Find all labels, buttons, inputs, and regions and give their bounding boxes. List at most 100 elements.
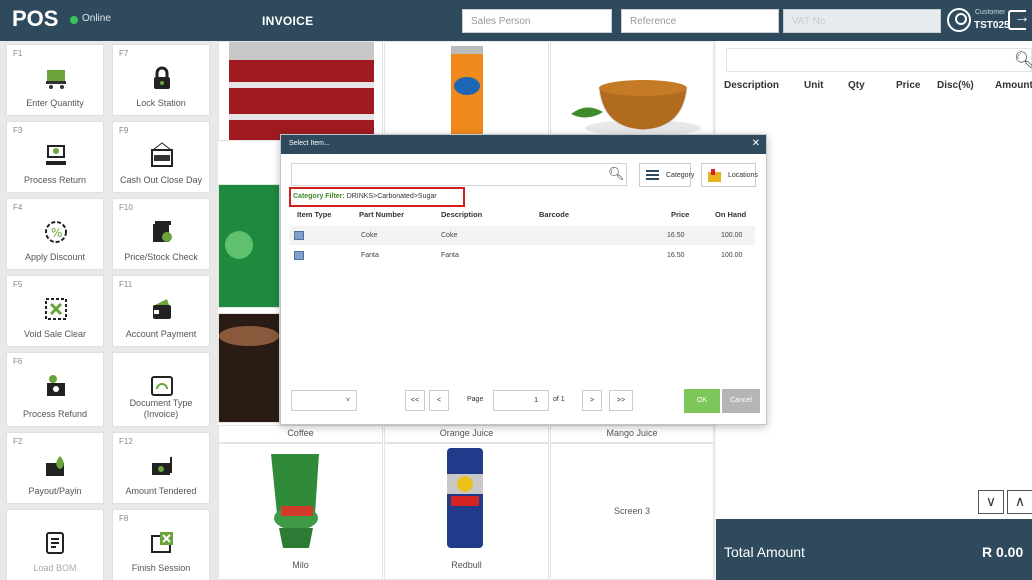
dialog-title: Select Item... (289, 140, 330, 147)
process-return-button[interactable]: F3 Process Return (6, 121, 104, 193)
cash-out-close-day-button[interactable]: F9 Cash Out Close Day (112, 121, 210, 193)
invoice-col-unit: Unit (804, 80, 824, 91)
invoice-col-qty: Qty (848, 80, 865, 91)
document-type-button[interactable]: Document Type (Invoice) (112, 352, 210, 427)
app-brand: POS (12, 6, 59, 31)
amount-tendered-button[interactable]: F12 Amount Tendered (112, 432, 210, 504)
void-sale-clear-button[interactable]: F5 Void Sale Clear (6, 275, 104, 347)
fkey-label: Process Return (23, 175, 87, 185)
product-label: Coffee (287, 428, 314, 438)
scroll-down-button[interactable]: ∨ (978, 490, 1004, 514)
locations-button[interactable]: Locations (701, 163, 758, 187)
row-description: Fanta (441, 252, 459, 259)
page-number-input[interactable]: 1 (493, 390, 549, 411)
price-stock-check-button[interactable]: F10 Price/Stock Check (112, 198, 210, 270)
prev-page-button[interactable]: < (429, 390, 449, 411)
item-search-input[interactable] (291, 163, 627, 186)
product-tile-coffee[interactable]: Coffee (218, 425, 383, 443)
locations-button-label: Locations (728, 172, 758, 179)
category-filter-value: DRINKS>Carbonated>Sugar (346, 193, 437, 200)
product-tile-screen-3[interactable]: Screen 3 (550, 443, 714, 580)
percent-icon: % (45, 221, 67, 243)
product-tile-fanta[interactable] (384, 41, 549, 141)
product-label: Screen 3 (613, 506, 651, 516)
total-label: Total Amount (724, 544, 805, 560)
ok-button[interactable]: OK (684, 389, 720, 413)
first-page-button[interactable]: << (405, 390, 425, 411)
process-refund-button[interactable]: F6 Process Refund (6, 352, 104, 427)
reference-input[interactable]: Reference (621, 9, 779, 33)
fkey-code: F1 (13, 49, 23, 58)
row-description: Coke (441, 232, 458, 239)
fkey-label: Document Type (Invoice) (129, 398, 193, 419)
invoice-search-input[interactable] (726, 48, 1032, 72)
screen-title: INVOICE (262, 14, 314, 28)
row-price: 16.50 (667, 232, 685, 239)
invoice-col-amount: Amount (995, 80, 1032, 91)
product-tile-sprite[interactable] (218, 184, 280, 308)
close-icon[interactable]: ✕ (752, 138, 760, 149)
top-bar: POS Online INVOICE Sales Person 🔍︎ Refer… (0, 0, 1032, 41)
invoice-search-icon[interactable]: 🔍︎ (1014, 50, 1032, 70)
wallet-icon (153, 299, 171, 319)
invoice-col-disc: Disc(%) (937, 80, 974, 91)
customer-label: Customer (975, 9, 1006, 16)
vat-number-input: VAT No (783, 9, 941, 33)
item-type-icon (294, 251, 304, 260)
product-tile-orange-juice[interactable]: Orange Juice (384, 425, 549, 443)
fkey-label: Enter Quantity (26, 98, 84, 108)
apply-discount-button[interactable]: F4 % Apply Discount (6, 198, 104, 270)
logout-icon[interactable] (1008, 9, 1030, 30)
item-row[interactable]: Fanta Fanta 16.50 100.00 (289, 246, 755, 265)
product-tile-redbull[interactable]: Redbull (384, 443, 549, 580)
payout-icon (46, 456, 64, 476)
enter-quantity-button[interactable]: F1 Enter Quantity (6, 44, 104, 116)
next-page-button[interactable]: > (582, 390, 602, 411)
row-price: 16.50 (667, 252, 685, 259)
fkey-code: F2 (13, 437, 23, 446)
tendered-icon (152, 457, 172, 475)
product-label: Milo (292, 560, 309, 570)
fkey-label: Amount Tendered (125, 486, 197, 496)
product-tile-coffee-image[interactable] (218, 313, 280, 423)
category-button[interactable]: Category (639, 163, 695, 187)
closed-sign-icon (151, 142, 173, 167)
online-status-dot (70, 16, 78, 24)
customer-avatar-icon[interactable] (947, 8, 971, 32)
page-size-select[interactable]: ˅ (291, 390, 357, 411)
scroll-up-button[interactable]: ∧ (1007, 490, 1032, 514)
fkey-label: Account Payment (125, 329, 197, 339)
lock-station-button[interactable]: F7 Lock Station (112, 44, 210, 116)
load-bom-button[interactable]: Load BOM (6, 509, 104, 580)
sales-person-input[interactable]: Sales Person (462, 9, 612, 33)
fkey-code: F4 (13, 203, 23, 212)
invoice-col-description: Description (724, 80, 780, 91)
fkey-code: F6 (13, 357, 23, 366)
fkey-code: F12 (119, 437, 133, 446)
last-page-button[interactable]: >> (609, 390, 633, 411)
item-search-icon[interactable]: 🔍︎ (608, 166, 625, 182)
finish-session-button[interactable]: F8 Finish Session (112, 509, 210, 580)
customer-code[interactable]: TST025 (974, 20, 1010, 31)
col-on-hand: On Hand (715, 210, 747, 219)
account-payment-button[interactable]: F11 Account Payment (112, 275, 210, 347)
item-row[interactable]: Coke Coke 16.50 100.00 (289, 226, 755, 245)
product-tile-coke-cans[interactable] (218, 41, 383, 141)
fkey-code: F7 (119, 49, 129, 58)
select-item-dialog: Select Item... ✕ 🔍︎ Category Locations C… (280, 134, 767, 425)
product-tile-tea[interactable] (550, 41, 714, 141)
monitor-return-icon (46, 145, 66, 165)
row-part-number: Coke (361, 232, 378, 239)
category-button-label: Category (666, 172, 695, 179)
total-bar: Total Amount R 0.00 (716, 519, 1032, 580)
coke-cans-image (229, 42, 374, 140)
product-tile-mango-juice[interactable]: Mango Juice (550, 425, 714, 443)
void-icon (45, 298, 67, 320)
cancel-button[interactable]: Cancel (722, 389, 760, 413)
category-icon (646, 170, 659, 180)
page-of-label: of 1 (553, 396, 565, 403)
product-tile-milo[interactable]: Milo (218, 443, 383, 580)
document-type-icon (151, 376, 173, 396)
redbull-can-image (447, 448, 483, 548)
payout-payin-button[interactable]: F2 Payout/Payin (6, 432, 104, 504)
